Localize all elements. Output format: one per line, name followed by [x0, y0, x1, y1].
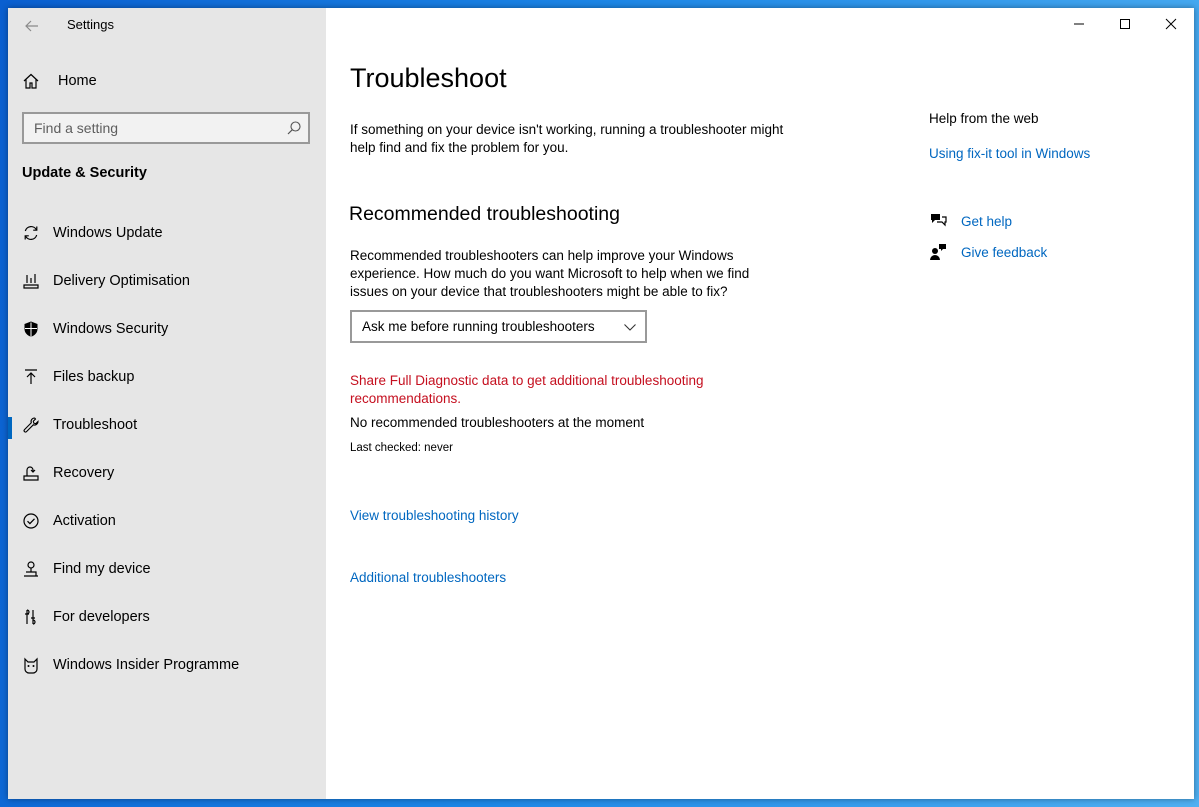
- sidebar-item-label: Windows Security: [53, 321, 169, 337]
- view-history-link[interactable]: View troubleshooting history: [350, 508, 519, 523]
- sidebar-item-for-developers[interactable]: For developers: [8, 593, 326, 641]
- close-icon: [1165, 18, 1177, 30]
- close-button[interactable]: [1148, 8, 1194, 40]
- chevron-down-icon: [624, 324, 636, 331]
- dropdown-value: Ask me before running troubleshooters: [362, 319, 595, 334]
- sidebar-item-delivery-optimisation[interactable]: Delivery Optimisation: [8, 257, 326, 305]
- search-input[interactable]: [24, 114, 294, 142]
- get-help-link[interactable]: Get help: [961, 214, 1012, 229]
- window-controls: [1056, 8, 1194, 40]
- minimize-button[interactable]: [1056, 8, 1102, 40]
- app-title: Settings: [67, 17, 114, 32]
- sidebar-nav: Windows Update Delivery Optimisation Win…: [8, 209, 326, 689]
- get-help-action[interactable]: Get help: [929, 212, 1012, 230]
- intro-text: If something on your device isn't workin…: [350, 122, 784, 155]
- sidebar-item-recovery[interactable]: Recovery: [8, 449, 326, 497]
- developer-tools-icon: [22, 608, 40, 626]
- chat-help-icon: [929, 212, 947, 230]
- sidebar-item-windows-update[interactable]: Windows Update: [8, 209, 326, 257]
- search-icon[interactable]: [286, 120, 302, 136]
- minimize-icon: [1074, 23, 1084, 25]
- sidebar-item-label: Windows Insider Programme: [53, 657, 240, 673]
- sidebar-item-label: Find my device: [53, 561, 151, 577]
- recommendation-status: No recommended troubleshooters at the mo…: [350, 415, 645, 430]
- maximize-icon: [1120, 19, 1130, 29]
- back-button[interactable]: [18, 12, 46, 40]
- sidebar-item-label: Windows Update: [53, 225, 163, 241]
- settings-window: Settings Home Update & Security Windows …: [8, 8, 1194, 799]
- sidebar-item-windows-security[interactable]: Windows Security: [8, 305, 326, 353]
- sidebar-item-troubleshoot[interactable]: Troubleshoot: [8, 401, 326, 449]
- page-title: Troubleshoot: [350, 63, 507, 93]
- help-title: Help from the web: [929, 111, 1039, 126]
- home-label: Home: [58, 73, 97, 89]
- feedback-person-icon: [929, 243, 947, 261]
- maximize-button[interactable]: [1102, 8, 1148, 40]
- troubleshooter-preference-dropdown[interactable]: Ask me before running troubleshooters: [350, 310, 647, 343]
- insider-cat-icon: [22, 656, 40, 674]
- sidebar-item-find-my-device[interactable]: Find my device: [8, 545, 326, 593]
- recovery-icon: [22, 464, 40, 482]
- recommended-heading: Recommended troubleshooting: [349, 203, 621, 225]
- section-heading: Update & Security: [22, 165, 147, 181]
- wrench-icon: [22, 416, 40, 434]
- sidebar-item-files-backup[interactable]: Files backup: [8, 353, 326, 401]
- sidebar-item-windows-insider-programme[interactable]: Windows Insider Programme: [8, 641, 326, 689]
- sidebar-item-label: Files backup: [53, 369, 135, 385]
- additional-troubleshooters-link[interactable]: Additional troubleshooters: [350, 570, 506, 585]
- sidebar-item-label: Troubleshoot: [53, 417, 138, 433]
- give-feedback-link[interactable]: Give feedback: [961, 245, 1047, 260]
- search-box[interactable]: [22, 112, 310, 144]
- shield-icon: [22, 320, 40, 338]
- main-content: Troubleshoot If something on your device…: [326, 8, 1194, 799]
- sidebar-item-label: Delivery Optimisation: [53, 273, 190, 289]
- sync-icon: [22, 224, 40, 242]
- home-nav-item[interactable]: Home: [22, 69, 97, 93]
- backup-arrow-icon: [22, 368, 40, 386]
- sidebar: Settings Home Update & Security Windows …: [8, 8, 326, 799]
- fix-it-tool-link[interactable]: Using fix-it tool in Windows: [929, 146, 1090, 161]
- sidebar-item-activation[interactable]: Activation: [8, 497, 326, 545]
- check-circle-icon: [22, 512, 40, 530]
- find-device-icon: [22, 560, 40, 578]
- sidebar-item-label: For developers: [53, 609, 150, 625]
- last-checked-text: Last checked: never: [350, 442, 453, 454]
- give-feedback-action[interactable]: Give feedback: [929, 243, 1047, 261]
- recommended-description: Recommended troubleshooters can help imp…: [350, 248, 750, 299]
- delivery-optimisation-icon: [22, 272, 40, 290]
- share-diagnostic-data-link[interactable]: Share Full Diagnostic data to get additi…: [350, 372, 770, 408]
- home-icon: [23, 73, 39, 89]
- sidebar-item-label: Recovery: [53, 465, 115, 481]
- sidebar-item-label: Activation: [53, 513, 116, 529]
- back-arrow-icon: [25, 20, 38, 32]
